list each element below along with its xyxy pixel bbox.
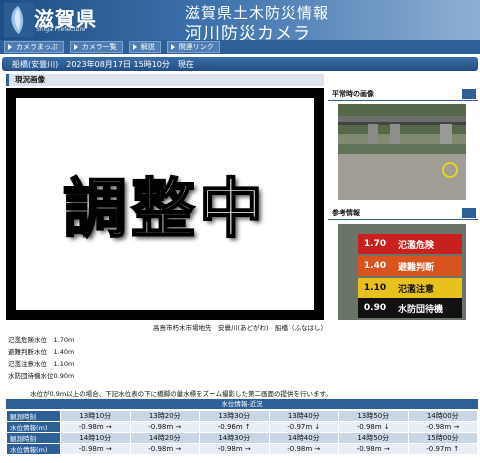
level-evacuation: 1.40 避難判断	[358, 256, 462, 276]
water-level-table-title: 水位情報-近況	[6, 399, 478, 409]
level-caution: 1.10 氾濫注意	[358, 278, 462, 298]
nav-camera-list[interactable]: カメラ一覧	[69, 41, 123, 53]
time-cell: 14時20分	[129, 432, 200, 444]
station-name: 船橋(安曇川)	[12, 59, 59, 69]
level-value: 0.90	[363, 303, 387, 313]
current-state: 現在	[177, 59, 194, 69]
level-value: 1.40	[363, 261, 387, 271]
threshold-evacuation: 避難判断水位 1.40m	[8, 348, 75, 356]
bridge-photo-icon	[338, 104, 466, 200]
logo-subtitle: Shiga Prefecture	[36, 26, 86, 33]
main-nav: カメラまっぷ カメラ一覧 解説 関連リンク	[0, 40, 480, 54]
threshold-caution: 氾濫注意水位 1.10m	[8, 360, 75, 368]
time-cell: 14時50分	[338, 432, 409, 444]
arrow-right-icon	[8, 44, 12, 50]
level-header: 水位情報(m)	[6, 421, 61, 433]
adjusting-message: 調整中	[62, 172, 267, 248]
nav-related-links[interactable]: 関連リンク	[166, 41, 220, 53]
level-label: 避難判断	[398, 262, 435, 273]
level-label: 氾濫注意	[398, 284, 435, 295]
table-row: 水位情報(m) -0.98m → -0.98m → -0.98m → -0.98…	[6, 443, 478, 455]
time-cell: 13時30分	[199, 410, 270, 422]
table-row: 観測時刻 14時10分 14時20分 14時30分 14時40分 14時50分 …	[6, 432, 478, 444]
normal-image-label: 平常時の画像	[332, 90, 374, 98]
time-cell: 13時40分	[268, 410, 339, 422]
level-standby: 0.90 水防団待機	[358, 298, 462, 318]
level-cell: -0.98m →	[60, 421, 131, 433]
shiga-logo-icon[interactable]	[4, 3, 34, 37]
arrow-right-icon	[170, 44, 175, 50]
level-cell: -0.98m →	[407, 421, 478, 433]
expand-icon[interactable]	[462, 208, 476, 218]
threshold-standby: 水防団待機水位0.90m	[8, 372, 75, 380]
level-value: 1.70	[363, 239, 387, 249]
main-section-label: 現況画像	[6, 74, 324, 86]
zoom-note: 水位が0.9m以上の場合、下記水位表の下に橋脚の量水標をズーム撮影した第二画面の…	[30, 390, 332, 398]
location-caption: 高島市朽木市場地先 安曇川(あどがわ) 船橋（ふなはし）	[152, 324, 328, 332]
expand-icon[interactable]	[462, 89, 476, 99]
level-header: 水位情報(m)	[6, 443, 61, 455]
level-label: 氾濫危険	[398, 240, 435, 251]
table-row: 水位情報(m) -0.98m → -0.98m → -0.96m ↑ -0.97…	[6, 421, 478, 433]
reference-level-image[interactable]: 1.70 氾濫危険 1.40 避難判断 1.10 氾濫注意 0.90 水防団待機	[338, 224, 466, 320]
table-row: 観測時刻 13時10分 13時20分 13時30分 13時40分 13時50分 …	[6, 410, 478, 422]
time-cell: 14時00分	[407, 410, 478, 422]
nav-explanation[interactable]: 解説	[128, 41, 161, 53]
nav-camera-map[interactable]: カメラまっぷ	[4, 41, 64, 53]
time-cell: 13時10分	[60, 410, 131, 422]
time-cell: 13時50分	[338, 410, 409, 422]
level-cell: -0.98m →	[268, 443, 339, 455]
level-cell: -0.98m →	[60, 443, 131, 455]
time-header: 観測時刻	[6, 410, 61, 422]
camera-image-inner: 調整中	[16, 98, 314, 310]
current-camera-image: 調整中	[6, 88, 324, 320]
level-cell: -0.98m ↓	[338, 421, 409, 433]
time-cell: 14時30分	[199, 432, 270, 444]
arrow-right-icon	[132, 44, 137, 50]
site-header: 滋賀県 Shiga Prefecture 滋賀県土木防災情報 河川防災カメラ	[0, 0, 480, 44]
observation-datetime: 2023年08月17日 15時10分	[66, 59, 170, 69]
level-cell: -0.98m →	[199, 443, 270, 455]
normal-image-header: 平常時の画像	[328, 88, 478, 101]
level-cell: -0.98m →	[129, 421, 200, 433]
time-header: 観測時刻	[6, 432, 61, 444]
time-cell: 13時20分	[129, 410, 200, 422]
level-danger: 1.70 氾濫危険	[358, 234, 462, 254]
nav-label: 関連リンク	[178, 43, 214, 51]
level-cell: -0.96m ↑	[199, 421, 270, 433]
arrow-right-icon	[73, 44, 78, 50]
time-cell: 14時10分	[60, 432, 131, 444]
level-cell: -0.97m ↓	[268, 421, 339, 433]
level-cell: -0.98m →	[129, 443, 200, 455]
location-bar: 船橋(安曇川) 2023年08月17日 15時10分 現在	[2, 57, 478, 71]
level-cell: -0.98m →	[338, 443, 409, 455]
time-cell: 14時40分	[268, 432, 339, 444]
time-cell: 15時00分	[407, 432, 478, 444]
nav-label: カメラまっぷ	[16, 43, 58, 51]
reference-header: 参考情報	[328, 207, 478, 220]
reference-label: 参考情報	[332, 209, 360, 217]
water-level-table: 観測時刻 13時10分 13時20分 13時30分 13時40分 13時50分 …	[6, 410, 478, 455]
normal-time-image[interactable]	[338, 104, 466, 200]
nav-label: 解説	[140, 43, 155, 51]
level-label: 水防団待機	[398, 304, 444, 315]
level-value: 1.10	[363, 283, 387, 293]
nav-label: カメラ一覧	[81, 43, 117, 51]
threshold-danger: 氾濫危険水位 1.70m	[8, 336, 75, 344]
level-cell: -0.97m ↑	[407, 443, 478, 455]
